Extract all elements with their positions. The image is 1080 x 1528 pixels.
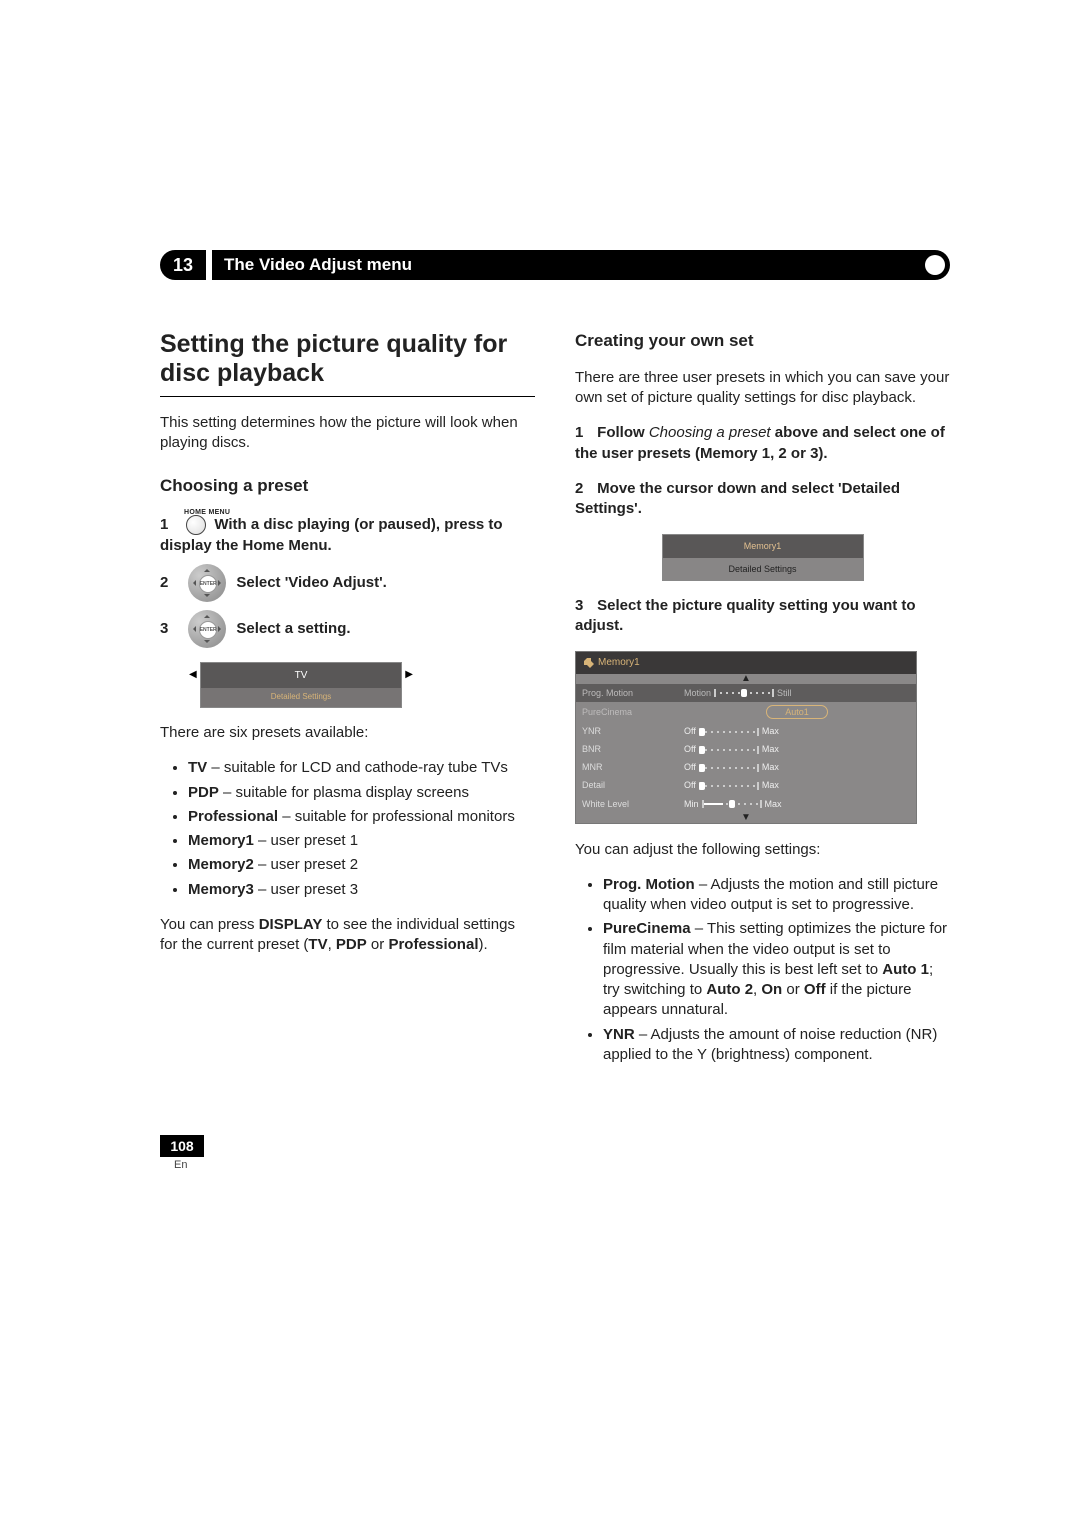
chapter-title: The Video Adjust menu <box>214 252 948 278</box>
list-item: Prog. Motion – Adjusts the motion and st… <box>603 875 950 916</box>
choosing-preset-heading: Choosing a preset <box>160 475 535 498</box>
wrench-icon <box>584 658 594 668</box>
step-1: 1 Follow Choosing a preset above and sel… <box>575 423 950 464</box>
divider <box>160 396 535 397</box>
left-column: Setting the picture quality for disc pla… <box>160 330 535 1075</box>
step-number: 3 <box>160 619 178 639</box>
table-row: White Level MinMax <box>576 795 916 813</box>
step-number: 2 <box>575 479 593 499</box>
page-number: 108 <box>160 1135 204 1157</box>
osd-row-detailed: Detailed Settings <box>663 558 863 580</box>
osd-preset-menu: ◀ TV ▶ Detailed Settings <box>200 662 402 708</box>
chapter-title-wrap: The Video Adjust menu <box>212 250 950 280</box>
step-text: With a disc playing (or paused), press t… <box>160 516 503 553</box>
right-arrow-icon: ▶ <box>405 668 413 682</box>
step-number: 1 <box>160 515 178 535</box>
language-code: En <box>174 1159 950 1171</box>
adjust-list: Prog. Motion – Adjusts the motion and st… <box>575 875 950 1065</box>
step-number: 3 <box>575 596 593 616</box>
table-row: Prog. Motion MotionStill <box>576 684 916 702</box>
scroll-down-icon: ▼ <box>576 813 916 823</box>
table-row: Detail OffMax <box>576 776 916 794</box>
osd-value: TV <box>295 670 308 681</box>
list-item: PureCinema – This setting optimizes the … <box>603 919 950 1020</box>
step-1: HOME MENU 1 With a disc playing (or paus… <box>160 508 535 556</box>
list-item: PDP – suitable for plasma display screen… <box>188 783 535 803</box>
step-number: 1 <box>575 423 593 443</box>
manual-page: 13 The Video Adjust menu Setting the pic… <box>0 0 1080 1291</box>
list-item: Memory2 – user preset 2 <box>188 855 535 875</box>
left-arrow-icon: ◀ <box>189 668 197 682</box>
intro-text: This setting determines how the picture … <box>160 413 535 454</box>
step-2: 2 Move the cursor down and select 'Detai… <box>575 479 950 520</box>
adjust-intro: You can adjust the following settings: <box>575 840 950 860</box>
step-3: 3 Select the picture quality setting you… <box>575 596 950 637</box>
list-item: Memory3 – user preset 3 <box>188 880 535 900</box>
osd-memory-menu: Memory1 Detailed Settings <box>662 534 864 580</box>
osd-row-tv: ◀ TV ▶ <box>201 663 401 689</box>
table-row: MNR OffMax <box>576 758 916 776</box>
list-item: TV – suitable for LCD and cathode-ray tu… <box>188 758 535 778</box>
osd-row-detailed: Detailed Settings <box>201 688 401 707</box>
home-menu-button-icon <box>186 515 206 535</box>
list-item: Memory1 – user preset 1 <box>188 831 535 851</box>
section-title: Setting the picture quality for disc pla… <box>160 330 535 388</box>
list-item: Professional – suitable for professional… <box>188 807 535 827</box>
creating-set-intro: There are three user presets in which yo… <box>575 368 950 409</box>
scroll-up-icon: ▲ <box>576 674 916 684</box>
osd-row-memory: Memory1 <box>663 535 863 557</box>
presets-intro: There are six presets available: <box>160 723 535 743</box>
creating-set-heading: Creating your own set <box>575 330 950 353</box>
list-item: YNR – Adjusts the amount of noise reduct… <box>603 1025 950 1066</box>
osd-title: Memory1 <box>598 656 640 670</box>
step-2: 2 ENTER Select 'Video Adjust'. <box>160 564 535 602</box>
table-row: BNR OffMax <box>576 740 916 758</box>
dpad-icon: ENTER <box>188 564 226 602</box>
dpad-icon: ENTER <box>188 610 226 648</box>
settings-table: Prog. Motion MotionStill PureCinema Auto… <box>576 684 916 813</box>
osd-header: Memory1 <box>576 652 916 674</box>
chapter-number: 13 <box>160 250 206 280</box>
chapter-bar: 13 The Video Adjust menu <box>160 250 950 280</box>
osd-detailed-settings: Memory1 ▲ Prog. Motion MotionStill PureC… <box>575 651 917 823</box>
step-text: Select a setting. <box>236 620 350 637</box>
table-row: PureCinema Auto1 <box>576 702 916 722</box>
dpad-center-label: ENTER <box>199 575 217 593</box>
dpad-center-label: ENTER <box>199 621 217 639</box>
display-note: You can press DISPLAY to see the individ… <box>160 915 535 956</box>
step-number: 2 <box>160 573 178 593</box>
preset-list: TV – suitable for LCD and cathode-ray tu… <box>160 758 535 900</box>
step-text: Select 'Video Adjust'. <box>236 574 387 591</box>
right-column: Creating your own set There are three us… <box>575 330 950 1075</box>
table-row: YNR OffMax <box>576 722 916 740</box>
step-3: 3 ENTER Select a setting. <box>160 610 535 648</box>
